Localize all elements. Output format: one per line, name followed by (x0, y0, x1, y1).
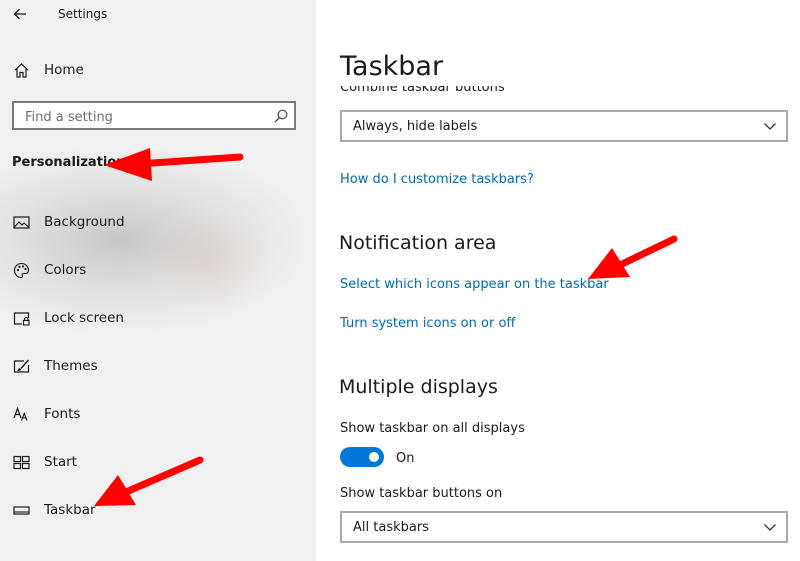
sidebar-item-label: Colors (44, 262, 87, 278)
sidebar-item-lock-screen[interactable]: Lock screen (0, 302, 316, 334)
sidebar-item-label: Themes (44, 358, 98, 374)
toggle-state-label: On (396, 451, 415, 466)
sidebar-item-label: Taskbar (44, 502, 96, 518)
search-icon[interactable] (273, 108, 289, 124)
combine-buttons-dropdown[interactable]: Always, hide labels (340, 110, 788, 142)
show-buttons-value: All taskbars (353, 520, 429, 535)
combine-buttons-value: Always, hide labels (353, 119, 478, 134)
customize-taskbars-link[interactable]: How do I customize taskbars? (340, 172, 534, 187)
picture-icon (12, 213, 30, 231)
sidebar-item-home-label: Home (44, 62, 84, 78)
page-title: Taskbar (340, 51, 444, 82)
show-all-displays-toggle[interactable] (340, 447, 384, 467)
main-content: Taskbar Combine taskbar buttons Always, … (316, 0, 800, 561)
title-bar: Settings (0, 0, 316, 30)
show-all-displays-label: Show taskbar on all displays (340, 421, 525, 436)
sidebar-item-background[interactable]: Background (0, 206, 316, 238)
section-title: Personalization (12, 155, 126, 170)
sidebar-item-taskbar[interactable]: Taskbar (0, 494, 316, 526)
select-icons-link[interactable]: Select which icons appear on the taskbar (340, 277, 609, 292)
sidebar-item-label: Start (44, 454, 77, 470)
back-arrow-icon (13, 8, 26, 20)
lock-screen-icon (12, 309, 30, 327)
start-tiles-icon (12, 453, 30, 471)
notification-area-heading: Notification area (339, 232, 497, 254)
toggle-knob (369, 452, 379, 462)
sidebar-item-fonts[interactable]: Fonts (0, 398, 316, 430)
chevron-down-icon (764, 524, 776, 531)
sidebar-item-themes[interactable]: Themes (0, 350, 316, 382)
sidebar-item-label: Background (44, 214, 125, 230)
sidebar: Settings Home Personalization Background (0, 0, 316, 561)
app-title: Settings (58, 7, 108, 21)
system-icons-link[interactable]: Turn system icons on or off (340, 316, 515, 331)
back-button[interactable] (6, 2, 34, 26)
search-box[interactable] (12, 101, 296, 130)
search-input[interactable] (23, 107, 267, 127)
taskbar-icon (12, 501, 30, 519)
sidebar-item-label: Fonts (44, 406, 81, 422)
multiple-displays-heading: Multiple displays (339, 376, 498, 398)
sidebar-item-home[interactable]: Home (0, 54, 316, 86)
sidebar-item-start[interactable]: Start (0, 446, 316, 478)
sidebar-item-label: Lock screen (44, 310, 124, 326)
palette-icon (12, 261, 30, 279)
combine-buttons-label: Combine taskbar buttons (340, 86, 505, 95)
sidebar-item-colors[interactable]: Colors (0, 254, 316, 286)
themes-brush-icon (12, 357, 30, 375)
show-buttons-on-label: Show taskbar buttons on (340, 486, 503, 501)
fonts-icon (12, 405, 30, 423)
show-buttons-dropdown[interactable]: All taskbars (340, 511, 788, 543)
chevron-down-icon (764, 123, 776, 130)
home-icon (12, 61, 30, 79)
